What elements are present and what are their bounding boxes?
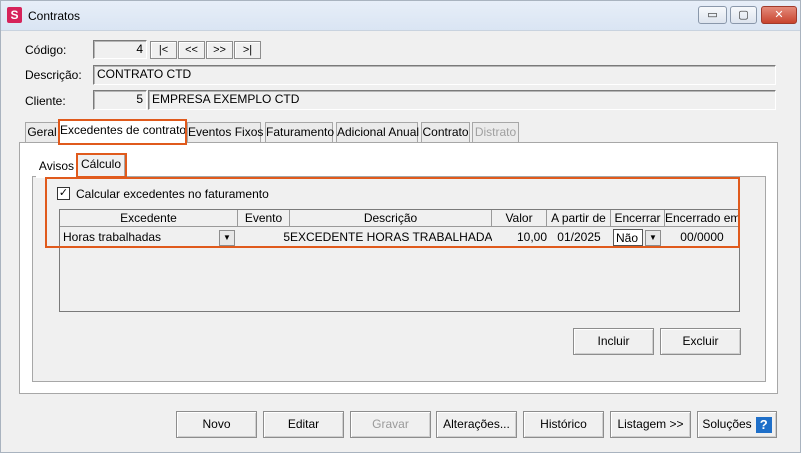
tab-distrato: Distrato [472, 122, 519, 143]
cliente-code-field[interactable]: 5 [93, 90, 147, 110]
cell-valor[interactable]: 10,00 [492, 229, 547, 247]
maximize-button[interactable]: ▢ [730, 6, 757, 24]
codigo-field[interactable]: 4 [93, 40, 147, 59]
listagem-button[interactable]: Listagem >> [610, 411, 691, 438]
nav-prev-button[interactable]: << [178, 41, 205, 59]
col-header-a-partir-de[interactable]: A partir de [547, 210, 611, 227]
descricao-label: Descrição: [25, 68, 82, 82]
codigo-label: Código: [25, 43, 67, 57]
subtab-avisos[interactable]: Avisos [36, 157, 77, 178]
help-icon: ? [755, 416, 772, 433]
nav-first-button[interactable]: |< [150, 41, 177, 59]
tab-contrato[interactable]: Contrato [421, 122, 470, 143]
app-logo-icon: S [7, 7, 22, 23]
excedentes-grid: Excedente Evento Descrição Valor A parti… [59, 209, 740, 312]
historico-button[interactable]: Histórico [523, 411, 604, 438]
col-header-evento[interactable]: Evento [238, 210, 290, 227]
col-header-encerrado-em[interactable]: Encerrado em [665, 210, 739, 227]
encerrar-dropdown-button[interactable]: ▼ [645, 230, 661, 246]
incluir-button[interactable]: Incluir [573, 328, 654, 355]
chevron-down-icon: ▼ [649, 233, 657, 242]
window-title: Contratos [28, 9, 81, 23]
chevron-down-icon: ▼ [223, 233, 231, 242]
cell-encerrar[interactable]: Não [613, 229, 643, 246]
tab-eventos-fixos[interactable]: Eventos Fixos [187, 122, 263, 143]
cliente-name-field: EMPRESA EXEMPLO CTD [148, 90, 776, 110]
solucoes-label: Soluções [702, 417, 752, 431]
descricao-field[interactable]: CONTRATO CTD [93, 65, 776, 85]
novo-button[interactable]: Novo [176, 411, 257, 438]
cell-descricao: EXCEDENTE HORAS TRABALHADAS [290, 230, 492, 244]
contratos-window: S Contratos ▭ ▢ ✕ Código: 4 |< << >> >| … [0, 0, 801, 453]
col-header-descricao[interactable]: Descrição [290, 210, 492, 227]
cell-a-partir-de[interactable]: 01/2025 [547, 229, 611, 247]
minimize-button[interactable]: ▭ [698, 6, 727, 24]
title-bar: S Contratos ▭ ▢ ✕ [1, 1, 800, 31]
nav-next-button[interactable]: >> [206, 41, 233, 59]
tab-excedentes-de-contrato[interactable]: Excedentes de contrato [59, 120, 186, 144]
col-header-valor[interactable]: Valor [492, 210, 547, 227]
close-button[interactable]: ✕ [761, 6, 797, 24]
gravar-button: Gravar [350, 411, 431, 438]
cell-excedente[interactable]: Horas trabalhadas [63, 229, 213, 247]
cell-encerrado-em: 00/0000 [680, 230, 724, 244]
excluir-button[interactable]: Excluir [660, 328, 741, 355]
tab-faturamento[interactable]: Faturamento [265, 122, 334, 143]
excedente-dropdown-button[interactable]: ▼ [219, 230, 235, 246]
col-header-excedente[interactable]: Excedente [60, 210, 238, 227]
nav-last-button[interactable]: >| [234, 41, 261, 59]
cliente-label: Cliente: [25, 94, 66, 108]
tab-geral[interactable]: Geral [25, 122, 59, 143]
calcular-excedentes-checkbox[interactable]: ✓ [57, 187, 70, 200]
calcular-excedentes-label: Calcular excedentes no faturamento [76, 187, 269, 201]
col-header-encerrar[interactable]: Encerrar [611, 210, 665, 227]
editar-button[interactable]: Editar [263, 411, 344, 438]
solucoes-button[interactable]: Soluções? [697, 411, 777, 438]
cell-evento[interactable]: 5 [238, 229, 290, 247]
tab-adicional-anual[interactable]: Adicional Anual [336, 122, 419, 143]
alteracoes-button[interactable]: Alterações... [436, 411, 517, 438]
subtab-calculo[interactable]: Cálculo [77, 154, 125, 177]
